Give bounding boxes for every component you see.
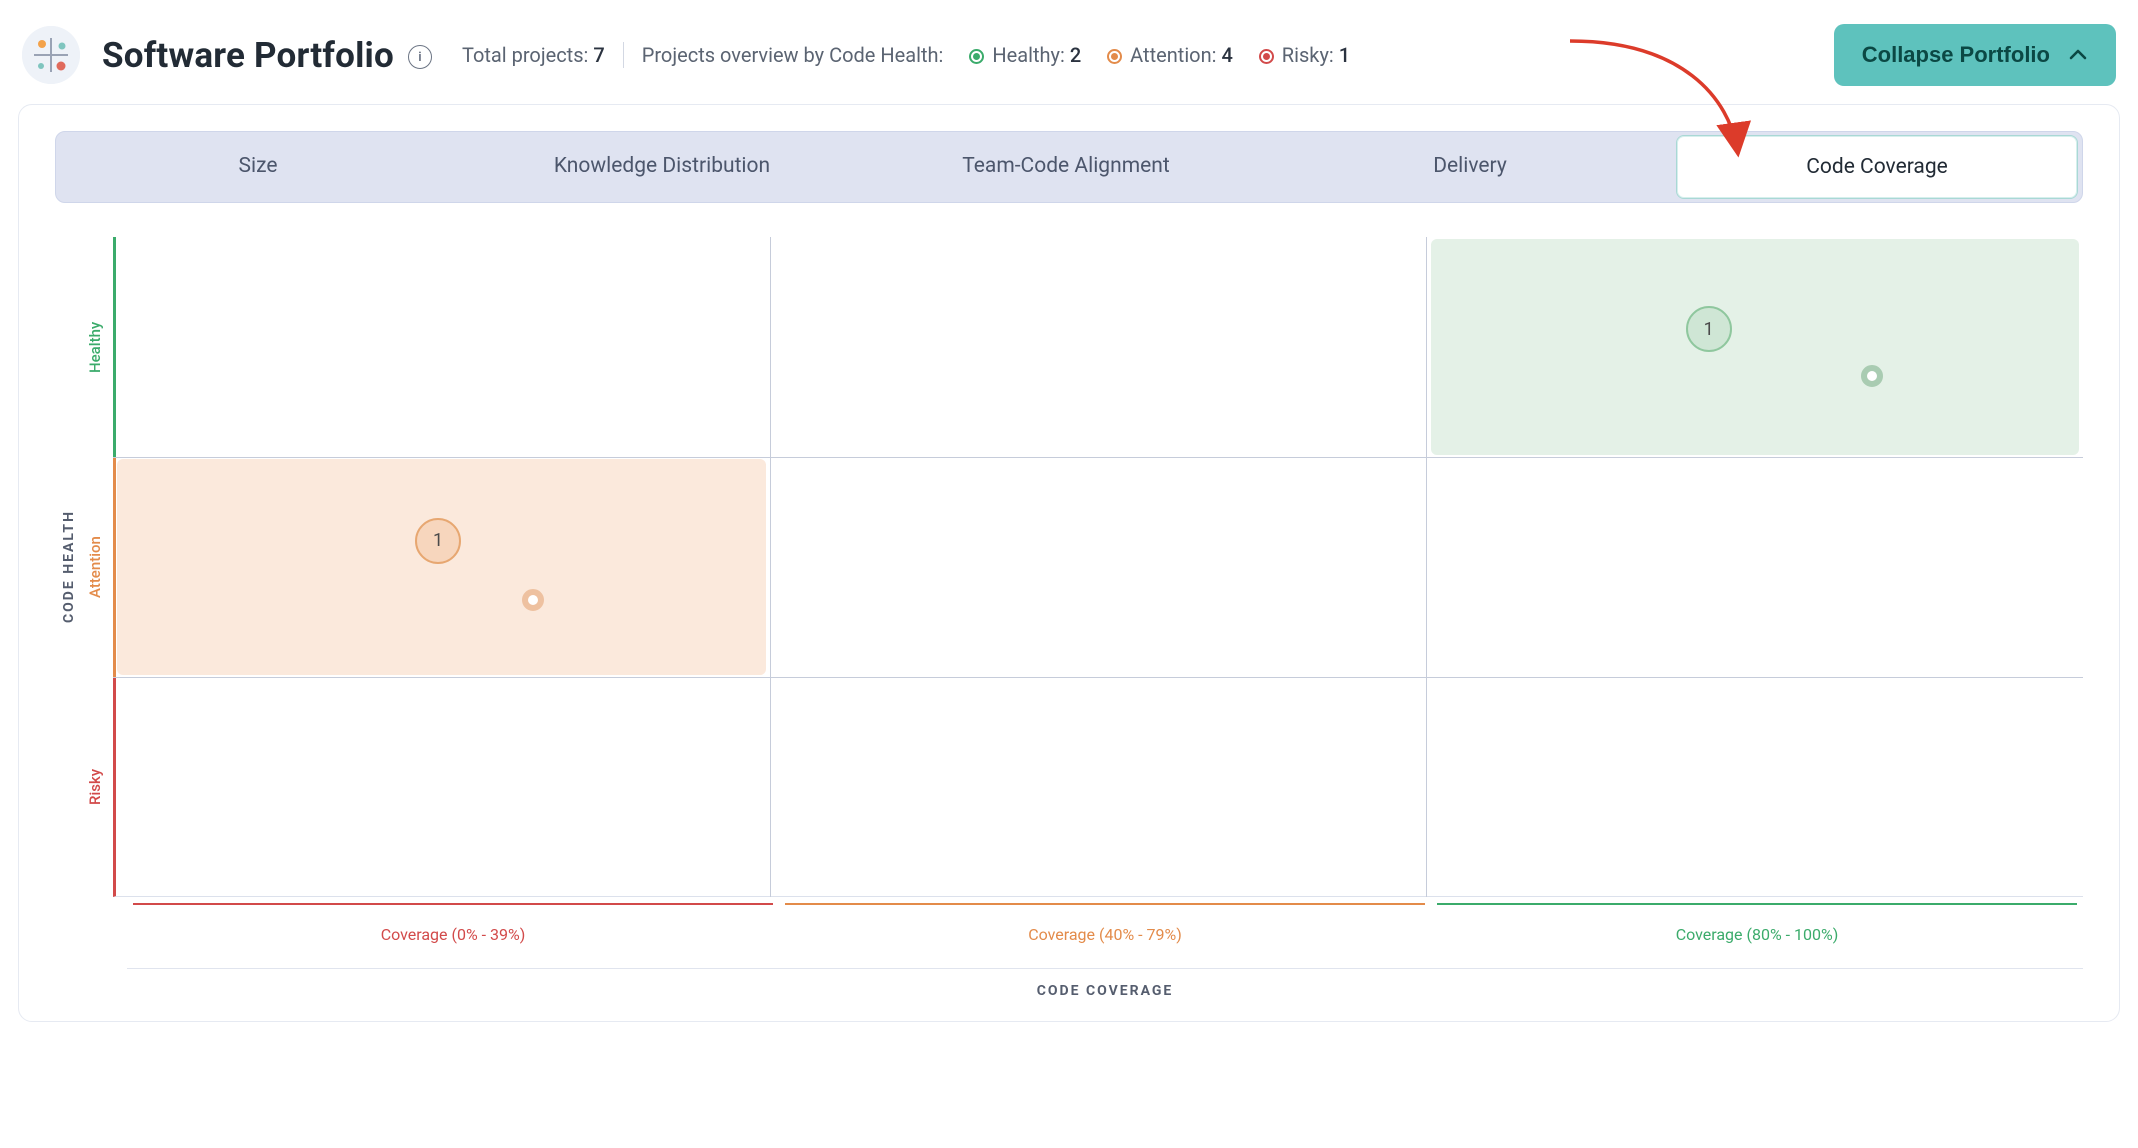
info-icon[interactable]	[408, 45, 432, 69]
dot-healthy-icon	[969, 49, 984, 64]
collapse-button-label: Collapse Portfolio	[1862, 42, 2050, 68]
chart-area: CODE HEALTH Healthy Attention Risky 1 1	[55, 237, 2083, 897]
bubble-healthy-project[interactable]	[1861, 365, 1883, 387]
dot-risky-icon	[1259, 49, 1274, 64]
header-stats: Total projects: 7 Projects overview by C…	[462, 42, 1350, 68]
x-label-mid: Coverage (40% - 79%)	[779, 925, 1431, 944]
zone-attention-low-coverage	[117, 459, 766, 675]
x-seg-high	[1437, 903, 2077, 907]
tab-team-code-alignment[interactable]: Team-Code Alignment	[864, 132, 1268, 202]
row-risky	[113, 677, 2083, 897]
bubble-attention-cluster[interactable]: 1	[415, 518, 461, 564]
zone-healthy-high-coverage	[1431, 239, 2079, 455]
collapse-portfolio-button[interactable]: Collapse Portfolio	[1834, 24, 2116, 86]
x-label-low: Coverage (0% - 39%)	[127, 925, 779, 944]
bubble-healthy-cluster[interactable]: 1	[1686, 306, 1732, 352]
total-projects-count: 7	[593, 43, 604, 67]
page-title: Software Portfolio	[102, 35, 394, 76]
tab-knowledge-distribution[interactable]: Knowledge Distribution	[460, 132, 864, 202]
y-label-healthy: Healthy	[77, 237, 113, 457]
legend-risky: Risky: 1	[1251, 43, 1350, 67]
x-axis: Coverage (0% - 39%) Coverage (40% - 79%)…	[127, 903, 2083, 999]
x-label-high: Coverage (80% - 100%)	[1431, 925, 2083, 944]
bubble-attention-project[interactable]	[522, 589, 544, 611]
y-axis-labels: Healthy Attention Risky	[77, 237, 113, 897]
page-header: Software Portfolio Total projects: 7 Pro…	[18, 18, 2120, 104]
y-label-risky: Risky	[77, 677, 113, 897]
total-projects-label: Total projects:	[462, 43, 588, 67]
chart-plot: 1 1	[113, 237, 2083, 897]
dot-attention-icon	[1107, 49, 1122, 64]
portfolio-panel: Size Knowledge Distribution Team-Code Al…	[18, 104, 2120, 1022]
logo-icon	[22, 26, 80, 84]
x-seg-mid	[785, 903, 1425, 907]
x-axis-title: CODE COVERAGE	[127, 968, 2083, 999]
overview-label: Projects overview by Code Health:	[642, 43, 944, 67]
legend-healthy: Healthy: 2	[961, 43, 1081, 67]
y-axis-title: CODE HEALTH	[55, 510, 77, 623]
x-seg-low	[133, 903, 773, 907]
divider	[623, 42, 624, 68]
chevron-up-icon	[2068, 45, 2088, 65]
tab-size[interactable]: Size	[56, 132, 460, 202]
y-label-attention: Attention	[77, 457, 113, 677]
tab-bar: Size Knowledge Distribution Team-Code Al…	[55, 131, 2083, 203]
legend-attention: Attention: 4	[1099, 43, 1233, 67]
tab-delivery[interactable]: Delivery	[1268, 132, 1672, 202]
tab-code-coverage[interactable]: Code Coverage	[1676, 135, 2078, 199]
